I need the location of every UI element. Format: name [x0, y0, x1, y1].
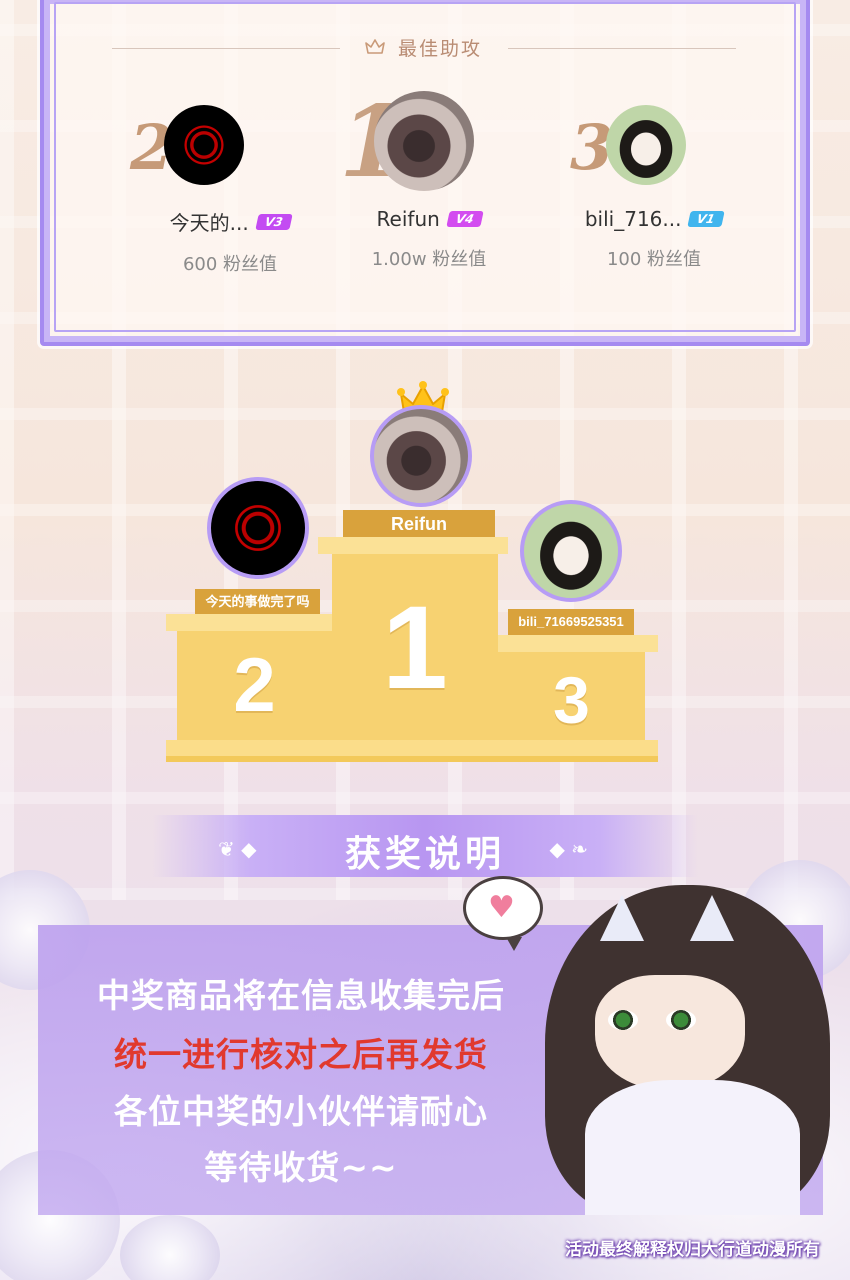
- notice-line: 等待收货~~: [204, 1148, 398, 1187]
- winner-name-second: 今天的事做完了吗: [195, 589, 320, 614]
- crown-icon: [365, 39, 385, 54]
- notice-title-ribbon: ❦ ◆ 获奖说明 ◆ ❧: [152, 815, 698, 877]
- ornament-icon: ◆ ❧: [549, 837, 589, 861]
- card-title: 最佳助攻: [398, 38, 483, 60]
- user-name: bili_716...: [584, 207, 682, 231]
- avatar[interactable]: [374, 91, 474, 191]
- footer-disclaimer: 活动最终解释权归大行道动漫所有: [565, 1240, 820, 1260]
- level-badge: V4: [446, 211, 484, 227]
- notice-line: 各位中奖的小伙伴请耐心: [114, 1092, 488, 1131]
- user-name: 今天的...: [169, 211, 249, 235]
- winner-avatar-third[interactable]: [520, 500, 622, 602]
- rank-item-1[interactable]: 1 Reifun V4 1.00w 粉丝值: [309, 85, 549, 271]
- rank-number: 1: [339, 85, 408, 200]
- rank-number: 3: [570, 111, 614, 184]
- avatar[interactable]: [164, 105, 244, 185]
- card-header: 最佳助攻: [44, 34, 814, 64]
- user-name: Reifun: [376, 207, 440, 231]
- podium-number-third: 3: [553, 663, 590, 737]
- heart-icon: ♥: [488, 890, 515, 925]
- rank-item-3[interactable]: 3 bili_716... V1 100 粉丝值: [534, 93, 774, 271]
- winner-name-third: bili_71669525351: [508, 609, 634, 635]
- fan-value: 100 粉丝值: [606, 249, 702, 270]
- winner-avatar-first[interactable]: [370, 405, 472, 507]
- fan-value: 1.00w 粉丝值: [371, 249, 487, 270]
- divider-line: [112, 48, 340, 49]
- notice-title: 获奖说明: [344, 833, 505, 875]
- rank-number: 2: [130, 111, 174, 184]
- level-badge: V1: [687, 211, 725, 227]
- rank-item-2[interactable]: 2 今天的... V3 600 粉丝值: [110, 93, 350, 276]
- level-badge: V3: [255, 213, 293, 230]
- speech-bubble: ♥: [463, 876, 543, 951]
- podium-base: [166, 740, 658, 762]
- notice-line: 中奖商品将在信息收集完后: [97, 976, 505, 1015]
- winner-name-first: Reifun: [343, 510, 495, 538]
- fan-value: 600 粉丝值: [182, 254, 278, 275]
- winner-avatar-second[interactable]: [207, 477, 309, 579]
- divider-line: [508, 48, 736, 49]
- notice-line-highlight: 统一进行核对之后再发货: [114, 1035, 488, 1074]
- avatar[interactable]: [606, 105, 686, 185]
- podium-number-first: 1: [382, 582, 448, 714]
- best-assist-card: 最佳助攻 2 今天的... V3 600 粉丝值 1 Reifun V4 1.0…: [40, 0, 810, 346]
- podium-number-second: 2: [233, 643, 276, 728]
